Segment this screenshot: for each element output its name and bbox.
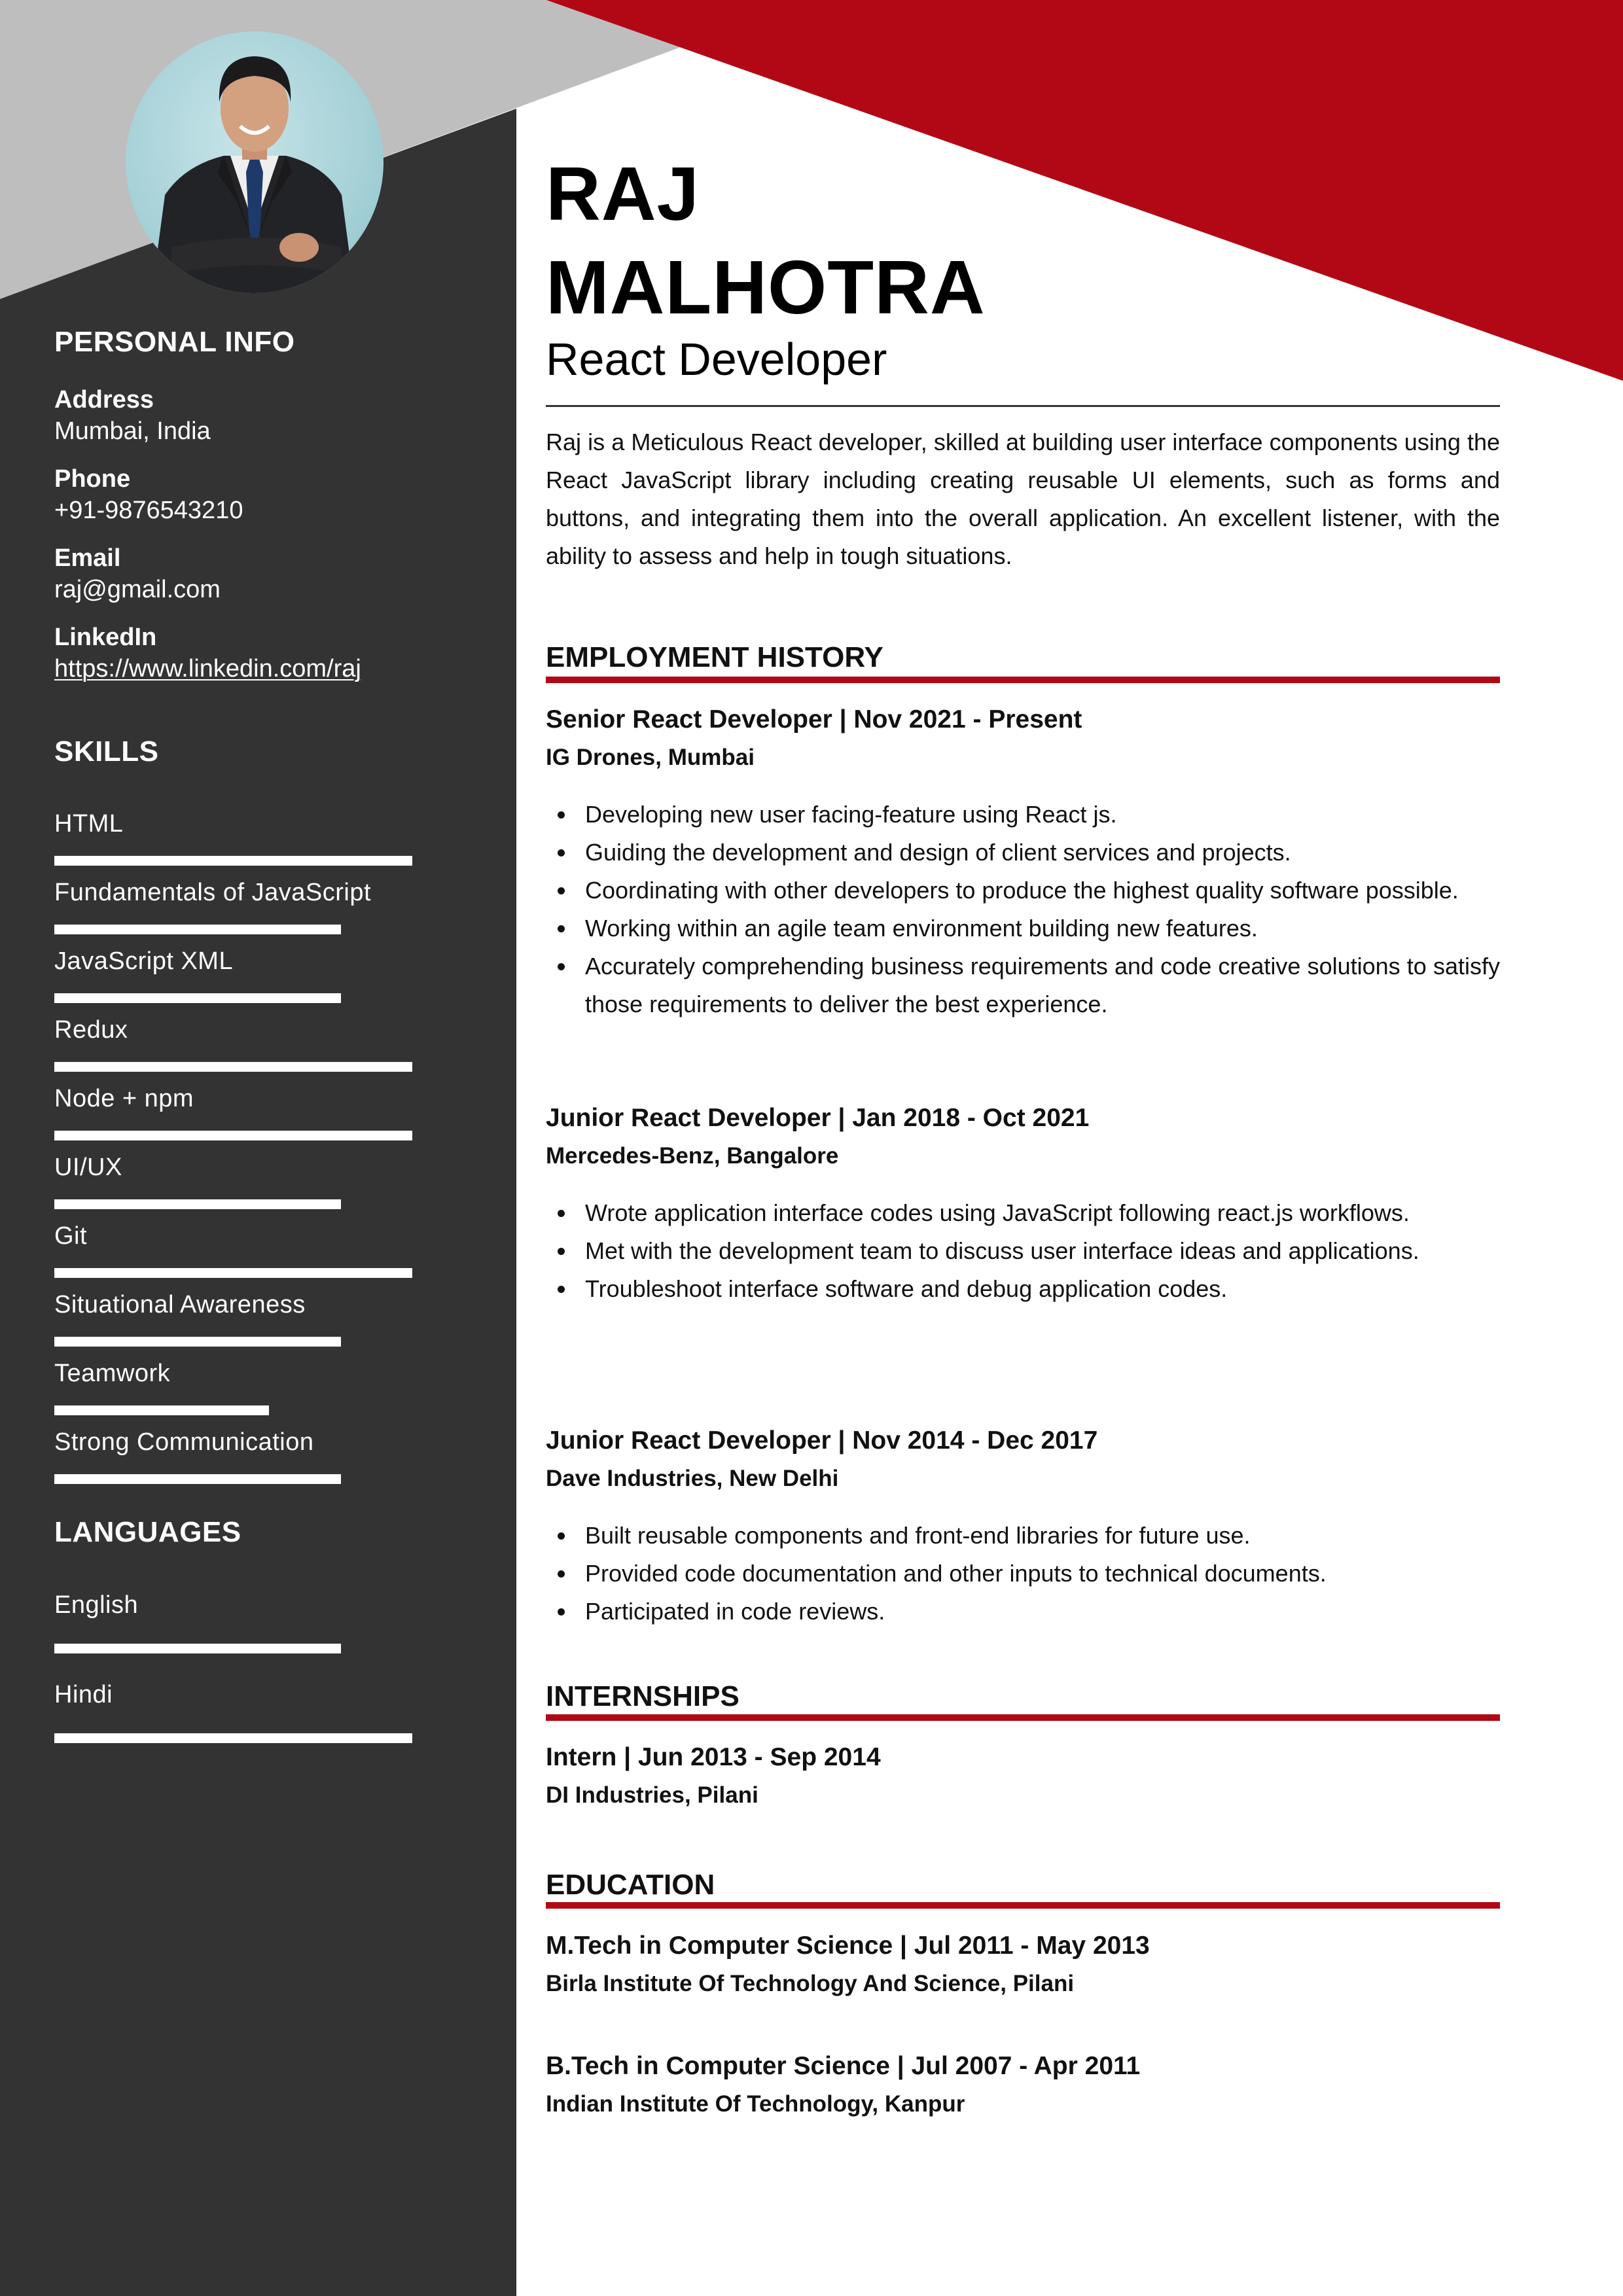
job-bullets-1: Developing new user facing-feature using…	[546, 796, 1500, 1023]
job-bullets-2: Wrote application interface codes using …	[546, 1194, 1500, 1308]
bullet-dot-icon	[558, 1570, 565, 1578]
personal-info-heading: PERSONAL INFO	[54, 326, 295, 358]
bullet-dot-icon	[558, 811, 565, 819]
education-title-1: M.Tech in Computer Science | Jul 2011 - …	[546, 1932, 1150, 1960]
bullet-item: Coordinating with other developers to pr…	[546, 872, 1500, 910]
language-label: English	[54, 1591, 139, 1619]
skill-level-bar	[54, 856, 412, 866]
bullet-item: Guiding the development and design of cl…	[546, 834, 1500, 872]
bullet-text: Accurately comprehending business requir…	[585, 953, 1500, 1017]
job-title-1: Senior React Developer | Nov 2021 - Pres…	[546, 705, 1082, 733]
skill-label: Situational Awareness	[54, 1291, 306, 1318]
bullet-text: Developing new user facing-feature using…	[585, 801, 1117, 828]
linkedin-link[interactable]: https://www.linkedin.com/raj	[54, 655, 361, 683]
skill-label: Node + npm	[54, 1085, 194, 1112]
bullet-dot-icon	[558, 963, 565, 970]
skill-level-bar	[54, 1474, 341, 1484]
job-company-2: Mercedes-Benz, Bangalore	[546, 1143, 839, 1169]
language-level-bar	[54, 1644, 341, 1653]
bullet-text: Provided code documentation and other in…	[585, 1560, 1327, 1587]
first-name: RAJ	[546, 151, 700, 236]
bullet-item: Built reusable components and front-end …	[546, 1517, 1500, 1555]
phone-value: +91-9876543210	[54, 497, 243, 524]
bullet-text: Coordinating with other developers to pr…	[585, 877, 1459, 904]
internship-company: DI Industries, Pilani	[546, 1782, 758, 1808]
title-divider	[546, 405, 1500, 407]
bullet-item: Working within an agile team environment…	[546, 910, 1500, 947]
employment-heading: EMPLOYMENT HISTORY	[546, 641, 883, 673]
job-company-1: IG Drones, Mumbai	[546, 745, 755, 770]
education-institution-1: Birla Institute Of Technology And Scienc…	[546, 1971, 1075, 1996]
language-label: Hindi	[54, 1681, 113, 1708]
bullet-text: Participated in code reviews.	[585, 1598, 885, 1625]
education-rule	[546, 1902, 1500, 1909]
skill-label: HTML	[54, 810, 124, 838]
bullet-dot-icon	[558, 925, 565, 932]
internship-title: Intern | Jun 2013 - Sep 2014	[546, 1743, 881, 1771]
bullet-item: Troubleshoot interface software and debu…	[546, 1270, 1500, 1308]
bullet-item: Participated in code reviews.	[546, 1593, 1500, 1631]
skill-level-bar	[54, 1337, 341, 1347]
language-level-bar	[54, 1733, 412, 1743]
skills-heading: SKILLS	[54, 735, 159, 768]
bullet-dot-icon	[558, 1286, 565, 1293]
skill-label: JavaScript XML	[54, 947, 234, 975]
skill-level-bar	[54, 1199, 341, 1209]
bullet-item: Provided code documentation and other in…	[546, 1555, 1500, 1593]
last-name: MALHOTRA	[546, 245, 986, 330]
bullet-text: Working within an agile team environment…	[585, 915, 1258, 942]
profile-photo	[126, 31, 383, 293]
job-title: React Developer	[546, 334, 887, 385]
skill-level-bar	[54, 1062, 412, 1072]
education-institution-2: Indian Institute Of Technology, Kanpur	[546, 2091, 965, 2117]
bullet-dot-icon	[558, 1608, 565, 1616]
skill-level-bar	[54, 1131, 412, 1140]
languages-heading: LANGUAGES	[54, 1516, 241, 1548]
skill-label: Strong Communication	[54, 1428, 314, 1456]
employment-rule	[546, 677, 1500, 683]
skill-label: UI/UX	[54, 1154, 122, 1181]
internships-rule	[546, 1714, 1500, 1721]
bullet-text: Built reusable components and front-end …	[585, 1522, 1251, 1549]
bullet-text: Guiding the development and design of cl…	[585, 839, 1291, 866]
email-value[interactable]: raj@gmail.com	[54, 576, 221, 604]
bullet-item: Wrote application interface codes using …	[546, 1194, 1500, 1232]
bullet-dot-icon	[558, 849, 565, 857]
bullet-dot-icon	[558, 1532, 565, 1540]
skill-label: Git	[54, 1222, 88, 1250]
person-icon	[152, 56, 355, 293]
job-title-2: Junior React Developer | Jan 2018 - Oct …	[546, 1104, 1090, 1132]
skill-level-bar	[54, 1268, 412, 1278]
bullet-text: Met with the development team to discuss…	[585, 1237, 1419, 1264]
linkedin-label: LinkedIn	[54, 624, 157, 651]
bullet-text: Wrote application interface codes using …	[585, 1199, 1410, 1226]
bullet-item: Accurately comprehending business requir…	[546, 947, 1500, 1023]
phone-label: Phone	[54, 465, 131, 493]
bullet-dot-icon	[558, 1248, 565, 1255]
skill-level-bar	[54, 925, 341, 934]
bullet-dot-icon	[558, 887, 565, 894]
skill-label: Teamwork	[54, 1360, 171, 1387]
address-value: Mumbai, India	[54, 417, 211, 445]
education-title-2: B.Tech in Computer Science | Jul 2007 - …	[546, 2052, 1141, 2080]
bullet-text: Troubleshoot interface software and debu…	[585, 1275, 1228, 1302]
skill-level-bar	[54, 993, 341, 1003]
job-title-3: Junior React Developer | Nov 2014 - Dec …	[546, 1426, 1098, 1455]
skill-label: Redux	[54, 1016, 128, 1044]
bullet-item: Developing new user facing-feature using…	[546, 796, 1500, 834]
bullet-item: Met with the development team to discuss…	[546, 1232, 1500, 1270]
profile-summary: Raj is a Meticulous React developer, ski…	[546, 429, 1500, 569]
education-heading: EDUCATION	[546, 1869, 715, 1901]
job-company-3: Dave Industries, New Delhi	[546, 1466, 839, 1491]
job-bullets-3: Built reusable components and front-end …	[546, 1517, 1500, 1631]
bullet-dot-icon	[558, 1210, 565, 1217]
skill-level-bar	[54, 1405, 269, 1415]
address-label: Address	[54, 386, 154, 414]
email-label: Email	[54, 544, 121, 572]
internships-heading: INTERNSHIPS	[546, 1680, 740, 1712]
skill-label: Fundamentals of JavaScript	[54, 879, 372, 906]
